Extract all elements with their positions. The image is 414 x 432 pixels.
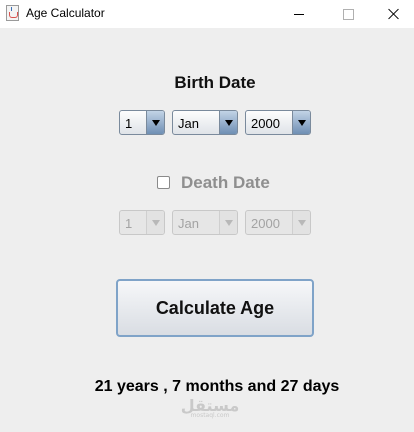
chevron-down-icon[interactable]: [146, 111, 164, 134]
maximize-icon: [342, 8, 354, 20]
death-year-value: 2000: [251, 216, 280, 231]
chevron-down-icon: [219, 211, 237, 234]
death-year-select: 2000: [245, 210, 311, 235]
death-day-value: 1: [125, 216, 133, 231]
java-cup-icon: [6, 5, 19, 21]
birth-date-heading: Birth Date: [174, 73, 256, 92]
death-date-checkbox[interactable]: [157, 176, 170, 189]
minimize-button[interactable]: [276, 0, 322, 28]
close-icon: [388, 8, 400, 20]
chevron-down-icon[interactable]: [219, 111, 237, 134]
chevron-down-icon[interactable]: [292, 111, 310, 134]
maximize-button[interactable]: [325, 0, 371, 28]
title-bar: Age Calculator: [0, 0, 414, 28]
death-day-select: 1: [119, 210, 165, 235]
watermark-logo: مستقل mostaql.com: [180, 396, 240, 419]
chevron-down-icon: [146, 211, 164, 234]
birth-day-select[interactable]: 1: [119, 110, 165, 135]
death-month-value: Jan: [178, 216, 199, 231]
birth-year-value: 2000: [251, 116, 280, 131]
close-button[interactable]: [371, 0, 414, 28]
birth-month-select[interactable]: Jan: [172, 110, 238, 135]
birth-day-value: 1: [125, 116, 133, 131]
death-month-select: Jan: [172, 210, 238, 235]
death-date-label: Death Date: [181, 173, 270, 192]
chevron-down-icon: [292, 211, 310, 234]
calculate-age-button[interactable]: Calculate Age: [116, 279, 314, 337]
minimize-icon: [294, 13, 304, 15]
birth-month-value: Jan: [178, 116, 199, 131]
birth-year-select[interactable]: 2000: [245, 110, 311, 135]
window-title: Age Calculator: [26, 6, 105, 20]
age-result-text: 21 years , 7 months and 27 days: [94, 378, 340, 395]
